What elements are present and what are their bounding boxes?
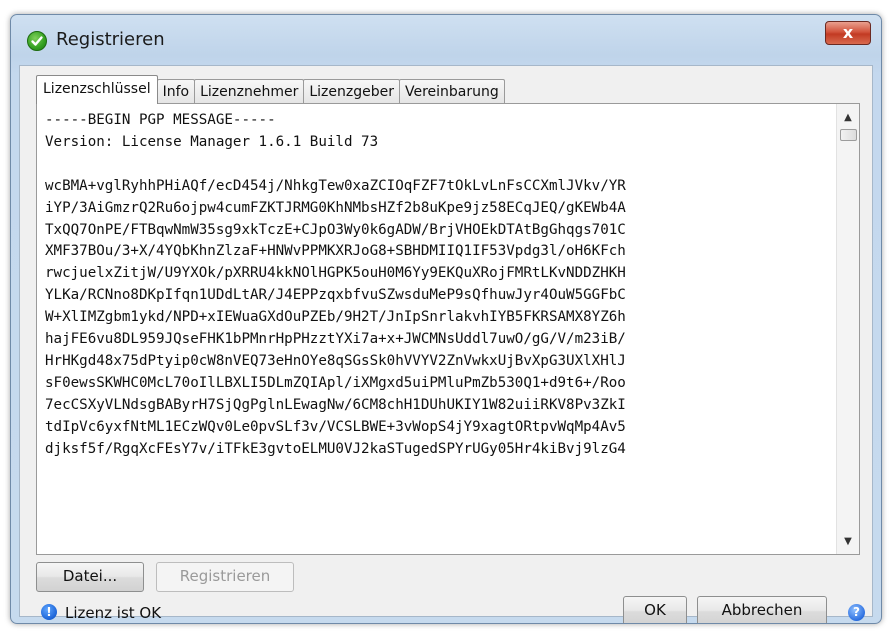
license-key-panel: -----BEGIN PGP MESSAGE----- Version: Lic…: [36, 103, 860, 555]
tab-info[interactable]: Info: [156, 79, 196, 104]
register-button[interactable]: Registrieren: [156, 562, 294, 592]
scroll-down-arrow-icon[interactable]: ▼: [837, 532, 859, 552]
help-icon[interactable]: ?: [848, 604, 865, 621]
file-button[interactable]: Datei...: [36, 562, 144, 592]
tab-license-key[interactable]: Lizenzschlüssel: [36, 75, 158, 104]
cancel-button[interactable]: Abbrechen: [697, 596, 827, 623]
tab-agreement[interactable]: Vereinbarung: [398, 79, 505, 104]
title-bar: Registrieren x: [11, 15, 881, 65]
dialog-content: Lizenzschlüssel Info Lizenznehmer Lizenz…: [19, 65, 873, 617]
tab-licensor[interactable]: Lizenzgeber: [303, 79, 400, 104]
ok-button[interactable]: OK: [623, 596, 687, 623]
tab-bar: Lizenzschlüssel Info Lizenznehmer Lizenz…: [36, 75, 505, 104]
license-key-textarea[interactable]: -----BEGIN PGP MESSAGE----- Version: Lic…: [45, 110, 837, 548]
license-status-text: Lizenz ist OK: [65, 604, 162, 622]
info-icon: !: [41, 604, 57, 620]
window-title: Registrieren: [56, 29, 165, 50]
scrollbar-thumb[interactable]: [840, 129, 857, 141]
tab-licensee[interactable]: Lizenznehmer: [194, 79, 305, 104]
scroll-up-arrow-icon[interactable]: ▲: [837, 108, 859, 128]
close-button[interactable]: x: [825, 21, 871, 45]
checkmark-icon: [27, 31, 47, 51]
vertical-scrollbar[interactable]: ▲ ▼: [836, 104, 859, 554]
register-dialog: Registrieren x Lizenzschlüssel Info Lize…: [10, 14, 882, 624]
